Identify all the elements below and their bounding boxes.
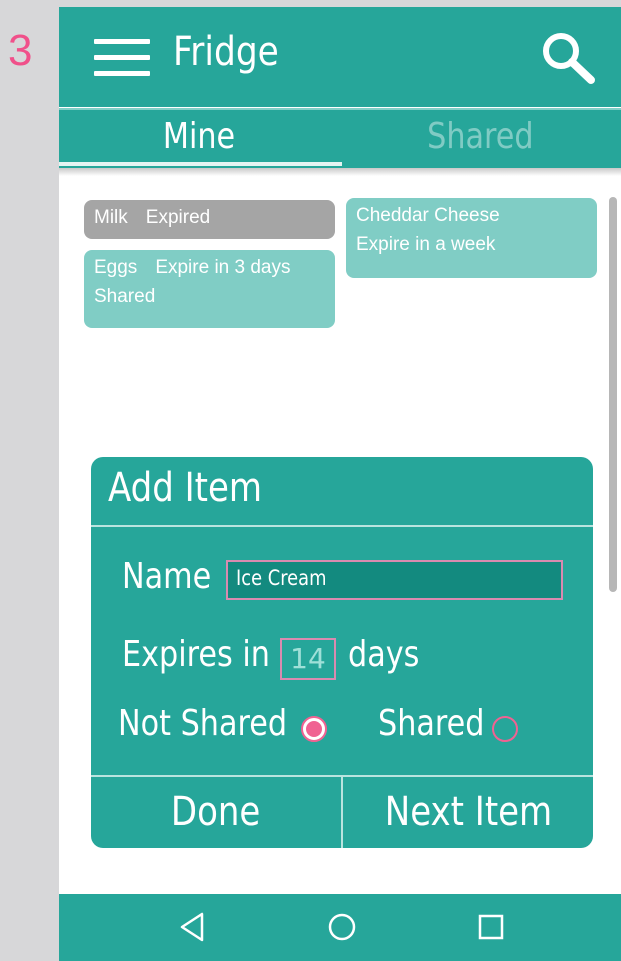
name-input[interactable]: Ice Cream [226, 560, 563, 600]
recents-icon[interactable] [474, 910, 508, 944]
expires-label: Expires in [122, 634, 270, 675]
item-card-eggs[interactable]: Eggs Expire in 3 days Shared [84, 250, 335, 328]
tab-bar: Mine Shared [59, 108, 621, 168]
tab-mine-label: Mine [163, 116, 236, 157]
active-tab-indicator [59, 162, 342, 166]
item-name: Cheddar Cheese [356, 205, 500, 226]
item-status: Expire in a week [356, 234, 496, 255]
item-name: Eggs [94, 257, 138, 278]
item-card-milk[interactable]: Milk Expired [84, 200, 335, 239]
back-icon[interactable] [176, 910, 210, 944]
search-icon[interactable] [537, 27, 597, 87]
app-title: Fridge [173, 29, 279, 75]
system-nav-bar [59, 894, 621, 961]
item-note: Shared [94, 286, 156, 307]
name-input-value: Ice Cream [236, 566, 327, 590]
step-number: 3 [8, 26, 33, 75]
item-name: Milk [94, 207, 128, 228]
days-label: days [348, 634, 420, 675]
menu-icon[interactable] [94, 39, 150, 79]
shared-radio[interactable] [492, 716, 518, 742]
next-item-button[interactable]: Next Item [343, 777, 593, 848]
tab-mine[interactable]: Mine [59, 110, 340, 168]
done-button-label: Done [171, 789, 261, 835]
scrollbar[interactable] [609, 197, 617, 592]
shared-label: Shared [378, 703, 485, 744]
tab-shared[interactable]: Shared [340, 110, 621, 168]
dialog-title-divider [91, 525, 593, 527]
dialog-title: Add Item [108, 465, 263, 511]
item-status: Expire in 3 days [155, 257, 291, 278]
expires-days-input[interactable]: 14 [280, 638, 336, 680]
done-button[interactable]: Done [91, 777, 341, 848]
item-status: Expired [145, 207, 211, 228]
name-label: Name [122, 556, 212, 597]
phone-screen: Fridge Mine Shared Milk Expired Eggs Expir… [59, 7, 621, 961]
next-item-button-label: Next Item [384, 789, 552, 835]
home-icon[interactable] [325, 910, 359, 944]
not-shared-label: Not Shared [118, 703, 288, 744]
tab-shadow [59, 168, 621, 176]
not-shared-radio[interactable] [301, 716, 327, 742]
app-bar: Fridge [59, 7, 621, 107]
tab-shared-label: Shared [427, 116, 534, 157]
item-card-cheddar[interactable]: Cheddar Cheese Expire in a week [346, 198, 597, 278]
add-item-dialog: Add Item Name Ice Cream Expires in 14 da… [91, 457, 593, 848]
